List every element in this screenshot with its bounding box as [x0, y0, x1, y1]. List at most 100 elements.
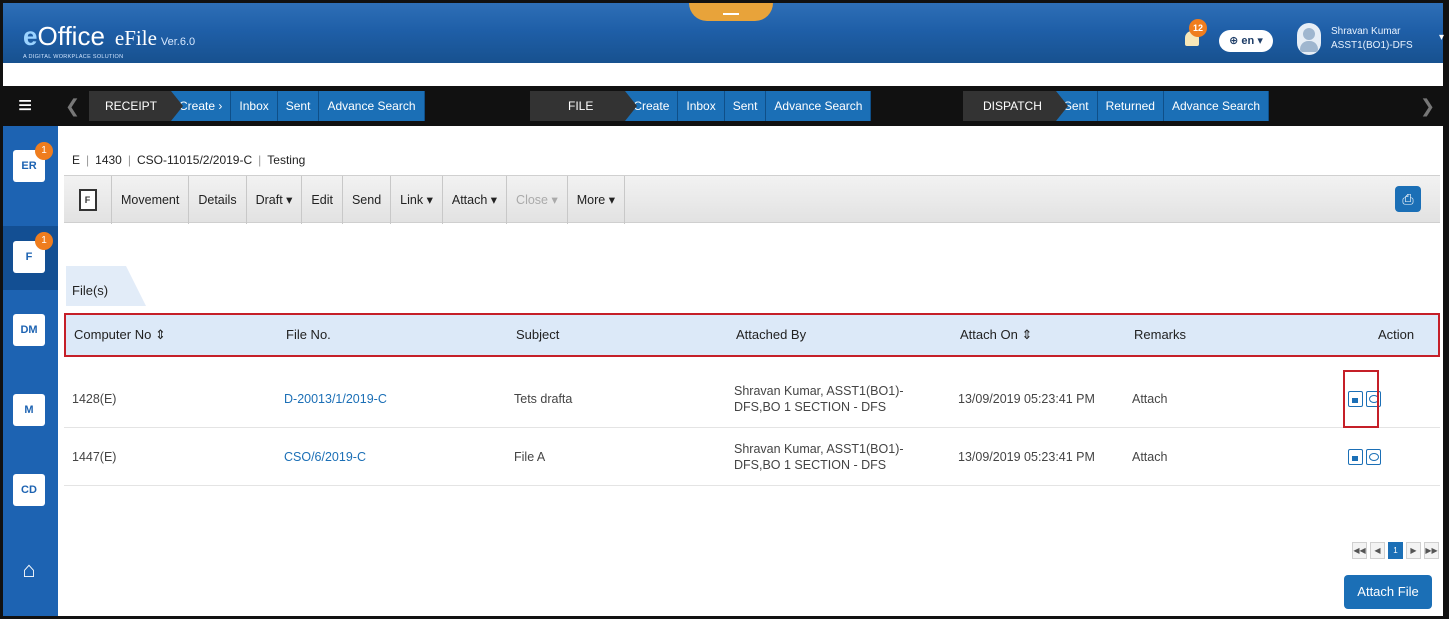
user-name: Shravan Kumar	[1331, 26, 1401, 37]
cell-actions	[1348, 428, 1384, 486]
cell-subject: Tets drafta	[514, 392, 573, 406]
logo-version: Ver.6.0	[160, 36, 196, 48]
file-advance-search[interactable]: Advance Search	[766, 91, 872, 121]
column-file-no: File No.	[286, 327, 331, 342]
hamburger-menu-icon[interactable]: ≡	[11, 92, 39, 120]
user-menu[interactable]: Shravan Kumar ASST1(BO1)-DFS ▾	[1331, 25, 1444, 53]
caret-down-icon: ▾	[1439, 32, 1445, 43]
logo-efile: eFile	[114, 26, 157, 50]
dispatch-returned[interactable]: Returned	[1097, 91, 1164, 121]
file-view-icon[interactable]: F	[64, 176, 112, 224]
column-attached-by: Attached By	[736, 327, 807, 342]
attached-by-line1: Shravan Kumar, ASST1(BO1)-	[734, 442, 904, 456]
sidebar-settings-label: CD	[21, 484, 37, 496]
header-pull-handle[interactable]	[689, 3, 773, 21]
file-title[interactable]: FILE	[530, 91, 638, 121]
comment-icon[interactable]	[1366, 449, 1381, 465]
receipt-sent[interactable]: Sent	[277, 91, 320, 121]
toolbar-details[interactable]: Details	[189, 176, 247, 224]
eoffice-logo: eOffice eFile Ver.6.0 A DIGITAL WORKPLACE …	[23, 21, 196, 60]
sidebar-management-label: M	[24, 404, 34, 416]
main-menubar: ≡ ❮ RECEIPT Create › Inbox Sent Advance …	[3, 86, 1443, 126]
toolbar-draft-label: Draft	[255, 193, 283, 207]
next-page-icon[interactable]: ▶	[1406, 542, 1421, 559]
sidebar-management-icon[interactable]: M	[13, 394, 45, 426]
user-role: ASST1(BO1)-DFS	[1331, 40, 1413, 51]
column-computer-no[interactable]: Computer No ⇕	[74, 315, 166, 355]
table-row: 1447(E) CSO/6/2019-C File A Shravan Kuma…	[64, 428, 1440, 486]
breadcrumb-number: 1430	[95, 153, 122, 167]
receipt-advance-search[interactable]: Advance Search	[319, 91, 425, 121]
cell-attached-by: Shravan Kumar, ASST1(BO1)- DFS,BO 1 SECT…	[734, 370, 944, 428]
attach-file-button[interactable]: Attach File	[1344, 575, 1432, 609]
toolbar-send[interactable]: Send	[343, 176, 392, 224]
toolbar-movement[interactable]: Movement	[112, 176, 190, 224]
column-attach-on[interactable]: Attach On ⇕	[960, 315, 1032, 355]
sidebar-file-badge: 1	[35, 232, 53, 250]
avatar[interactable]	[1297, 23, 1321, 55]
language-selector[interactable]: ⊕ en ▾	[1219, 30, 1273, 52]
toolbar-close-label: Close	[516, 193, 549, 207]
column-computer-no-label: Computer No	[74, 327, 152, 342]
first-page-icon[interactable]: ◀◀	[1352, 542, 1367, 559]
receipt-title[interactable]: RECEIPT	[89, 91, 184, 121]
sidebar-receipt-label: ER	[21, 160, 37, 172]
file-sent[interactable]: Sent	[724, 91, 767, 121]
pagination: ◀◀ ◀ 1 ▶ ▶▶	[1352, 542, 1439, 559]
last-page-icon[interactable]: ▶▶	[1424, 542, 1439, 559]
sidebar-emblem-icon[interactable]: ⌂	[13, 554, 45, 586]
action-highlight-box	[1343, 370, 1379, 428]
cell-subject: File A	[514, 450, 546, 464]
cell-file-no-link[interactable]: D-20013/1/2019-C	[284, 370, 387, 428]
file-toolbar: F Movement Details Draft ▾ Edit Send Lin…	[64, 175, 1440, 224]
toolbar-draft[interactable]: Draft ▾	[247, 176, 303, 224]
scroll-left-icon[interactable]: ❮	[65, 96, 80, 117]
sidebar-file-label: F	[25, 251, 33, 263]
dispatch-title[interactable]: DISPATCH	[963, 91, 1068, 121]
sidebar-receipt-badge: 1	[35, 142, 53, 160]
page-number-current[interactable]: 1	[1388, 542, 1403, 559]
toolbar-edit[interactable]: Edit	[302, 176, 343, 224]
sort-icon: ⇕	[1021, 327, 1033, 342]
sidebar-settings-icon[interactable]: CD	[13, 474, 45, 506]
cell-file-no-link[interactable]: CSO/6/2019-C	[284, 428, 366, 486]
column-attach-on-label: Attach On	[960, 327, 1018, 342]
notification-badge: 12	[1189, 19, 1207, 37]
receipt-inbox[interactable]: Inbox	[231, 91, 278, 121]
logo-e: e	[23, 21, 38, 51]
toolbar-attach-label: Attach	[451, 193, 488, 207]
toolbar-more-label: More	[576, 193, 606, 207]
receipt-create-label: Create	[179, 99, 216, 113]
file-menu-group: FILE Create Inbox Sent Advance Search	[530, 91, 872, 121]
receipt-menu-group: RECEIPT Create › Inbox Sent Advance Sear…	[89, 91, 425, 121]
attached-by-line2: DFS,BO 1 SECTION - DFS	[734, 400, 887, 414]
cell-attach-on: 13/09/2019 05:23:41 PM	[958, 450, 1095, 464]
language-label: en	[1241, 35, 1255, 47]
breadcrumb-subject: Testing	[267, 153, 306, 167]
logo-office: Office	[37, 21, 105, 51]
app-header: eOffice eFile Ver.6.0 A DIGITAL WORKPLACE …	[3, 3, 1444, 63]
sort-icon: ⇕	[154, 327, 166, 342]
toolbar-link-label: Link	[400, 193, 424, 207]
toolbar-more[interactable]: More ▾	[568, 176, 625, 224]
file-inbox[interactable]: Inbox	[678, 91, 725, 121]
toolbar-link[interactable]: Link ▾	[391, 176, 443, 224]
cell-attached-by: Shravan Kumar, ASST1(BO1)- DFS,BO 1 SECT…	[734, 428, 944, 486]
attached-by-line1: Shravan Kumar, ASST1(BO1)-	[734, 384, 904, 398]
print-icon[interactable]: ⎙	[1395, 186, 1421, 212]
toolbar-attach[interactable]: Attach ▾	[443, 176, 508, 224]
breadcrumb-type: E	[72, 153, 81, 167]
logo-tagline: A DIGITAL WORKPLACE SOLUTION	[23, 54, 124, 60]
column-subject: Subject	[516, 327, 560, 342]
scroll-right-icon[interactable]: ❯	[1420, 96, 1435, 117]
cell-attach-on: 13/09/2019 05:23:41 PM	[958, 392, 1095, 406]
table-row: 1428(E) D-20013/1/2019-C Tets drafta Shr…	[64, 370, 1440, 428]
column-remarks: Remarks	[1134, 327, 1187, 342]
sidebar-dispatch-icon[interactable]: DM	[13, 314, 45, 346]
detach-icon[interactable]	[1348, 449, 1363, 465]
prev-page-icon[interactable]: ◀	[1370, 542, 1385, 559]
dispatch-advance-search[interactable]: Advance Search	[1163, 91, 1270, 121]
files-table-header: Computer No ⇕ File No. Subject Attached …	[64, 313, 1440, 357]
notification-bell-icon[interactable]: 12	[1185, 19, 1207, 47]
cell-computer-no: 1428(E)	[72, 392, 117, 406]
